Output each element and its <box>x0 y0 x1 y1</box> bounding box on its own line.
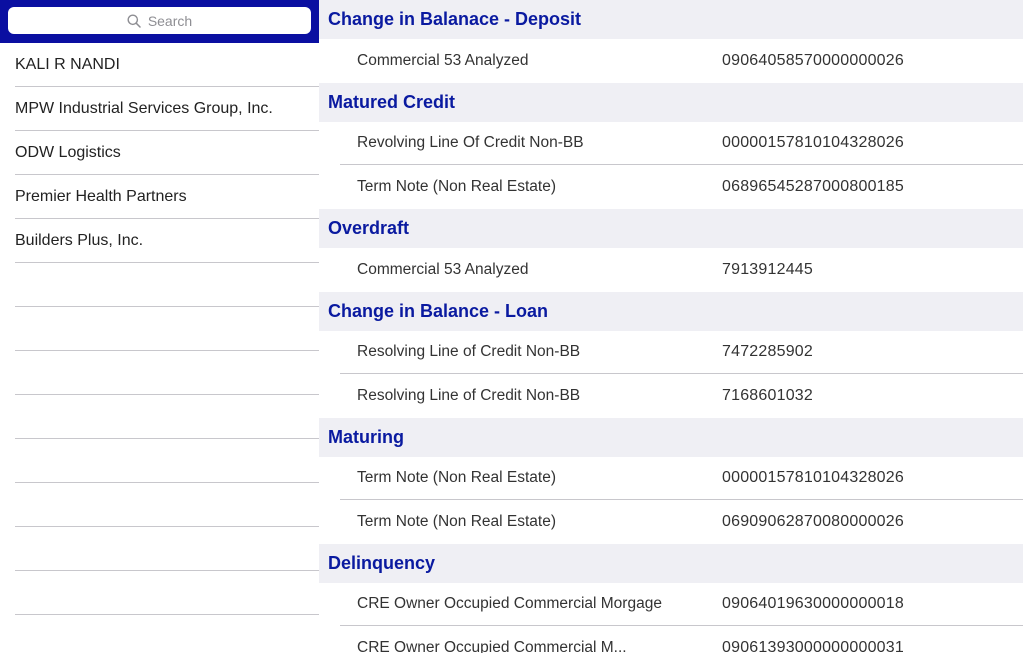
account-number: 06909062870080000026 <box>722 513 904 530</box>
section-header: Change in Balance - Loan <box>319 292 1023 331</box>
account-row[interactable]: Resolving Line of Credit Non-BB 716860103… <box>340 374 1023 418</box>
client-list-item[interactable]: Premier Health Partners <box>15 175 319 219</box>
client-list-item[interactable] <box>15 527 319 571</box>
account-name: Revolving Line Of Credit Non-BB <box>357 134 584 151</box>
client-list-item[interactable] <box>15 263 319 307</box>
client-list-item[interactable]: ODW Logistics <box>15 131 319 175</box>
account-row[interactable]: Revolving Line Of Credit Non-BB 000001578… <box>340 122 1023 165</box>
account-number: 7472285902 <box>722 343 813 360</box>
account-number: 06896545287000800185 <box>722 178 904 195</box>
account-row[interactable]: Term Note (Non Real Estate) 0689654528700… <box>340 165 1023 209</box>
account-number: 00000157810104328026 <box>722 469 904 486</box>
account-name: Term Note (Non Real Estate) <box>357 178 556 195</box>
account-row[interactable]: CRE Owner Occupied Commercial Morgage 090… <box>340 583 1023 626</box>
section-header: Delinquency <box>319 544 1023 583</box>
account-row[interactable]: CRE Owner Occupied Commercial M... 090613… <box>340 626 1023 653</box>
section-header: Change in Balanace - Deposit <box>319 0 1023 39</box>
client-list-item[interactable] <box>15 483 319 527</box>
account-row[interactable]: Term Note (Non Real Estate) 0000015781010… <box>340 457 1023 500</box>
section-rows: CRE Owner Occupied Commercial Morgage 090… <box>319 583 1023 653</box>
account-row[interactable]: Term Note (Non Real Estate) 0690906287008… <box>340 500 1023 544</box>
section-rows: Commercial 53 Analyzed 090640585700000000… <box>319 39 1023 83</box>
account-row[interactable]: Resolving Line of Credit Non-BB 747228590… <box>340 331 1023 374</box>
account-name: Commercial 53 Analyzed <box>357 261 529 278</box>
section-header: Overdraft <box>319 209 1023 248</box>
client-list-item[interactable] <box>15 395 319 439</box>
account-name: CRE Owner Occupied Commercial Morgage <box>357 595 662 612</box>
alerts-list: Change in Balanace - Deposit Commercial 5… <box>319 0 1023 653</box>
account-name: Resolving Line of Credit Non-BB <box>357 343 581 360</box>
account-number: 09064058570000000026 <box>722 52 904 69</box>
section-rows: Commercial 53 Analyzed 7913912445 <box>319 248 1023 292</box>
section-header: Maturing <box>319 418 1023 457</box>
account-number: 7168601032 <box>722 387 813 404</box>
sidebar: Search KALI R NANDI MPW Industrial Servic… <box>0 0 319 653</box>
account-number: 09061393000000000031 <box>722 639 904 653</box>
client-list-item[interactable] <box>15 439 319 483</box>
account-number: 7913912445 <box>722 261 813 278</box>
section-rows: Resolving Line of Credit Non-BB 747228590… <box>319 331 1023 418</box>
section-rows: Term Note (Non Real Estate) 0000015781010… <box>319 457 1023 544</box>
search-input[interactable]: Search <box>8 7 311 34</box>
account-name: Commercial 53 Analyzed <box>357 52 529 69</box>
section-header: Matured Credit <box>319 83 1023 122</box>
account-name: Term Note (Non Real Estate) <box>357 513 556 530</box>
search-icon <box>127 14 141 28</box>
account-name: Resolving Line of Credit Non-BB <box>357 387 581 404</box>
client-list: KALI R NANDI MPW Industrial Services Grou… <box>0 43 319 615</box>
account-name: CRE Owner Occupied Commercial M... <box>357 639 627 653</box>
account-number: 09064019630000000018 <box>722 595 904 612</box>
search-bar: Search <box>0 0 319 43</box>
client-list-item[interactable] <box>15 307 319 351</box>
account-row[interactable]: Commercial 53 Analyzed 090640585700000000… <box>340 39 1023 83</box>
client-list-item[interactable]: MPW Industrial Services Group, Inc. <box>15 87 319 131</box>
client-list-item[interactable]: Builders Plus, Inc. <box>15 219 319 263</box>
client-list-item[interactable]: KALI R NANDI <box>15 43 319 87</box>
search-placeholder: Search <box>147 12 193 29</box>
app-window: Search KALI R NANDI MPW Industrial Servic… <box>0 0 1023 653</box>
client-list-item[interactable] <box>15 571 319 615</box>
account-name: Term Note (Non Real Estate) <box>357 469 556 486</box>
account-row[interactable]: Commercial 53 Analyzed 7913912445 <box>340 248 1023 292</box>
section-rows: Revolving Line Of Credit Non-BB 000001578… <box>319 122 1023 209</box>
account-number: 00000157810104328026 <box>722 134 904 151</box>
client-list-item[interactable] <box>15 351 319 395</box>
